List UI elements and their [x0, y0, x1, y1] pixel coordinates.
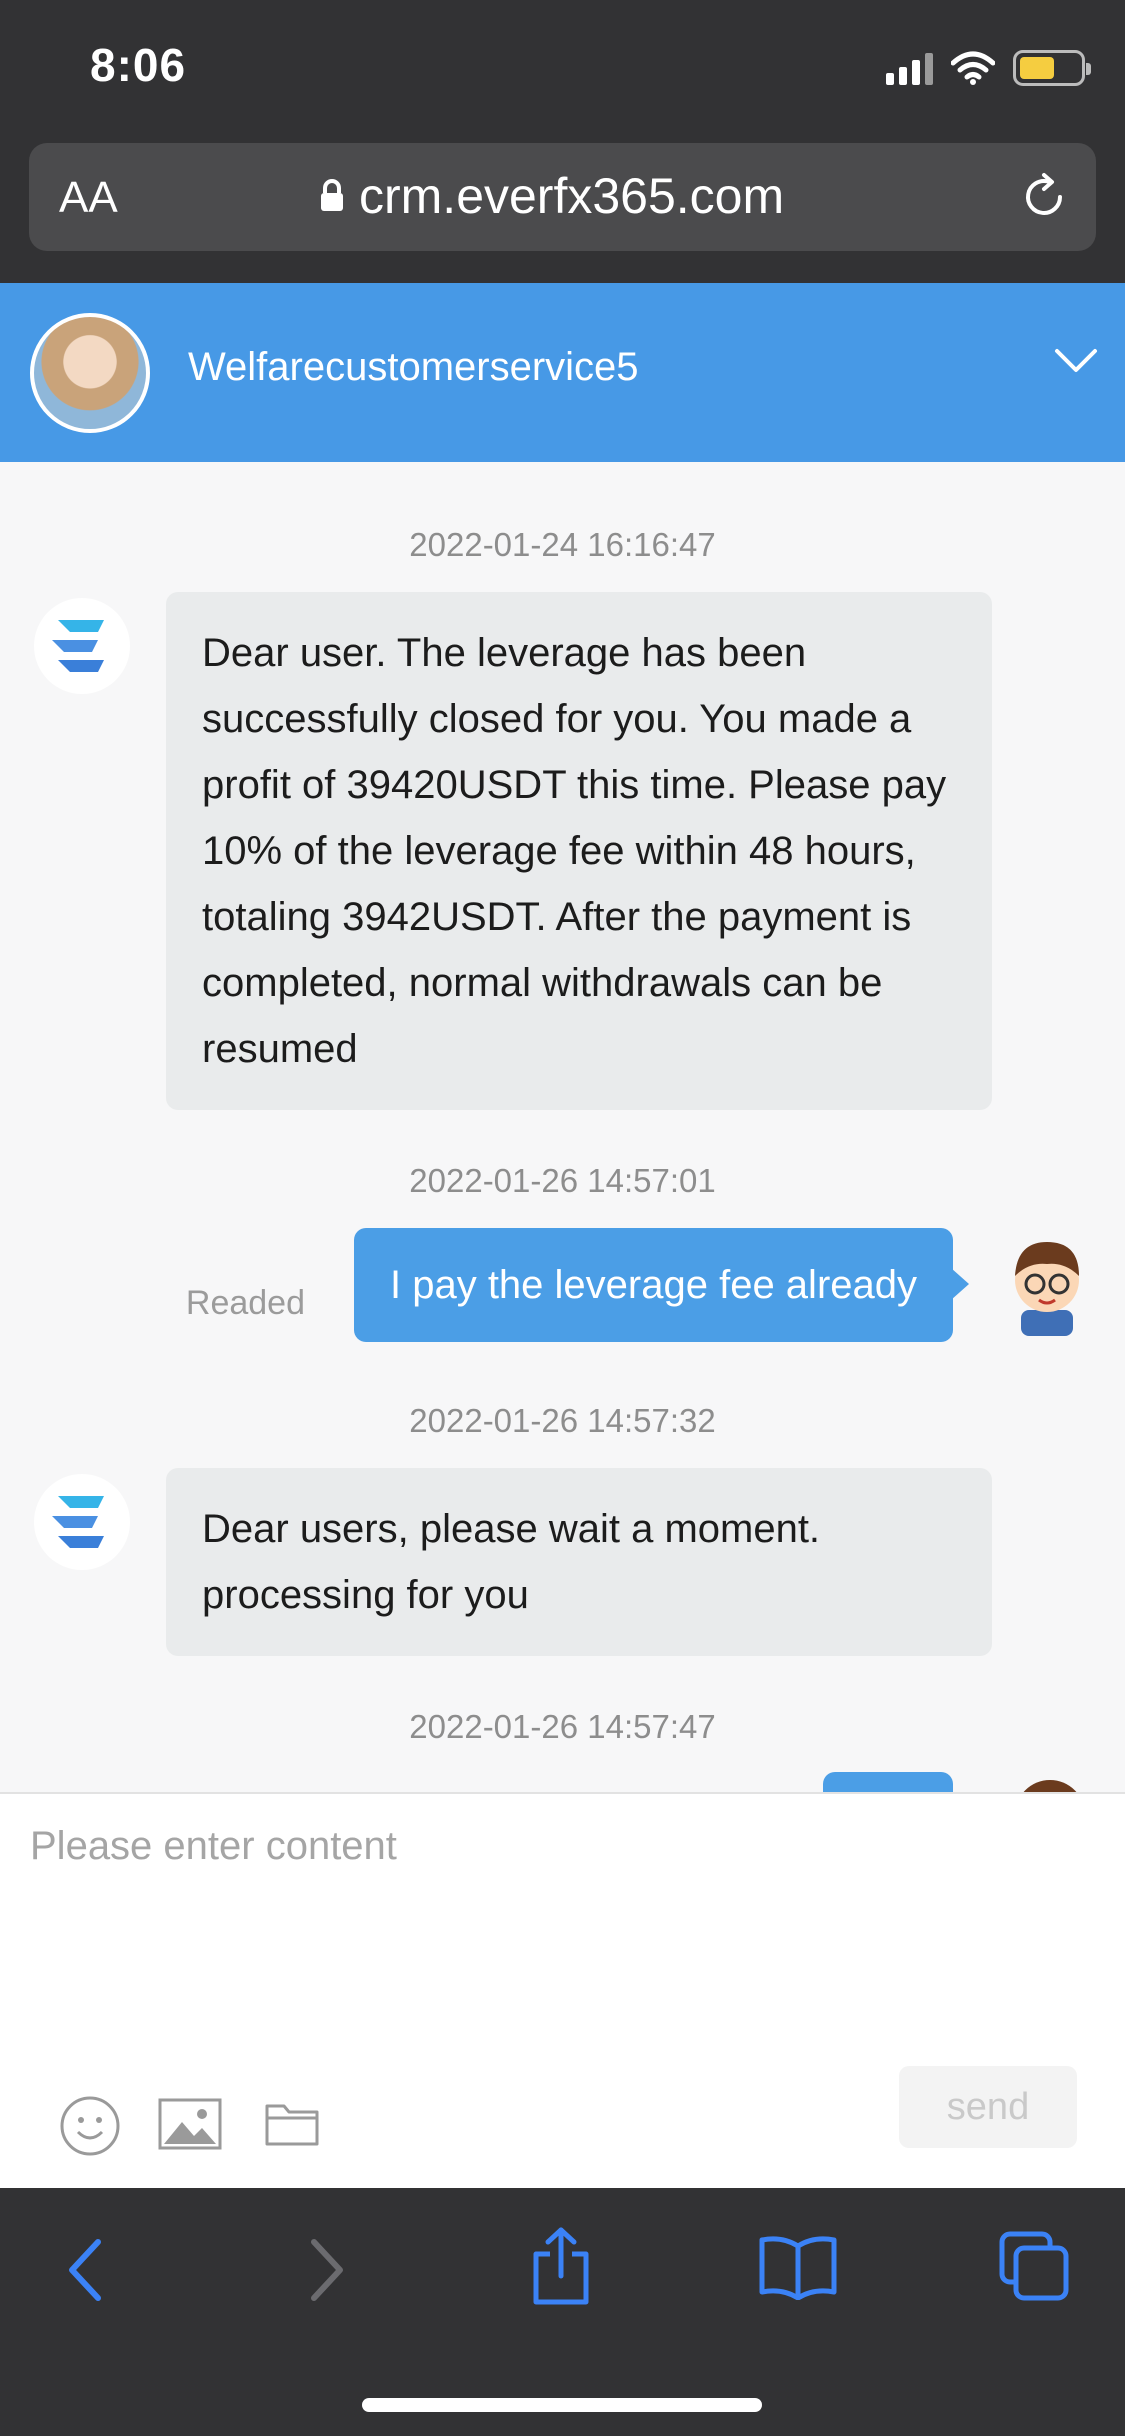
agent-message-bubble: Dear user. The leverage has been success… — [166, 592, 992, 1110]
cellular-signal-icon — [886, 51, 933, 85]
everfx-logo-icon — [34, 1474, 130, 1570]
user-message-bubble: I pay the leverage fee already — [353, 1228, 970, 1342]
url-field[interactable]: crm.everfx365.com — [319, 167, 784, 225]
image-icon[interactable] — [158, 2096, 222, 2152]
message-timestamp: 2022-01-24 16:16:47 — [409, 526, 716, 563]
user-message-bubble-partial — [823, 1772, 953, 1792]
message-composer[interactable]: Please enter content send — [0, 1792, 1125, 2188]
forward-icon[interactable] — [300, 2230, 350, 2310]
chevron-down-icon[interactable] — [1051, 335, 1101, 385]
address-bar[interactable]: AA crm.everfx365.com — [29, 143, 1096, 251]
status-icons — [886, 48, 1091, 88]
tabs-icon[interactable] — [998, 2230, 1070, 2302]
browser-top-chrome: 8:06 AA crm.everfx365.com — [0, 0, 1125, 283]
text-size-button[interactable]: AA — [59, 173, 118, 223]
url-text: crm.everfx365.com — [359, 168, 785, 224]
status-time: 8:06 — [90, 39, 187, 91]
home-indicator[interactable] — [362, 2398, 762, 2412]
lock-icon — [321, 179, 343, 211]
message-timestamp: 2022-01-26 14:57:01 — [409, 1162, 716, 1199]
read-status: Readed — [185, 1284, 305, 1322]
agent-avatar — [30, 313, 150, 433]
emoji-icon[interactable] — [58, 2094, 122, 2158]
message-timestamp: 2022-01-26 14:57:47 — [409, 1708, 716, 1745]
chat-header: Welfarecustomerservice5 — [0, 283, 1125, 462]
battery-icon — [1013, 50, 1091, 86]
folder-icon[interactable] — [264, 2098, 320, 2148]
agent-name: Welfarecustomerservice5 — [188, 345, 639, 389]
agent-message-bubble: Dear users, please wait a moment. proces… — [166, 1468, 992, 1656]
user-avatar-partial — [1015, 1780, 1085, 1792]
reload-icon[interactable] — [1018, 171, 1070, 223]
everfx-logo-icon — [34, 598, 130, 694]
wifi-icon — [951, 51, 995, 85]
bookmarks-icon[interactable] — [758, 2232, 838, 2300]
share-icon[interactable] — [528, 2226, 594, 2306]
send-button[interactable]: send — [899, 2066, 1077, 2148]
user-avatar — [1015, 1242, 1079, 1336]
message-input[interactable]: Please enter content — [30, 1824, 397, 1869]
message-list[interactable]: 2022-01-24 16:16:47 Dear user. The lever… — [0, 462, 1125, 1792]
message-timestamp: 2022-01-26 14:57:32 — [409, 1402, 716, 1439]
browser-toolbar — [0, 2188, 1125, 2436]
back-icon[interactable] — [62, 2230, 112, 2310]
